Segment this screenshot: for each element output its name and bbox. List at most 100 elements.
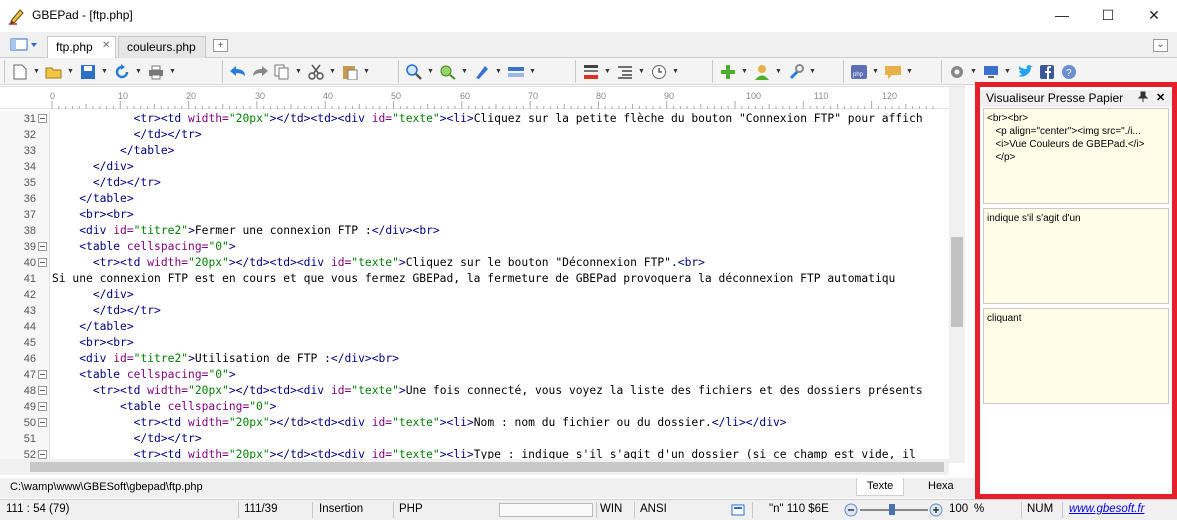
- maximize-button[interactable]: ☐: [1085, 0, 1131, 30]
- clipboard-item[interactable]: indique s'il s'agit d'un: [983, 208, 1169, 304]
- line-number: 32: [23, 129, 36, 141]
- code-line[interactable]: 34 </div>: [0, 159, 948, 175]
- open-folder-icon[interactable]: [45, 63, 63, 81]
- code-line[interactable]: 37 <br><br>: [0, 207, 948, 223]
- gear-icon[interactable]: [948, 63, 966, 81]
- code-line[interactable]: 42 </div>: [0, 287, 948, 303]
- search-icon[interactable]: [405, 63, 423, 81]
- code-line[interactable]: 39 <table cellspacing="0">: [0, 239, 948, 255]
- save-icon[interactable]: [79, 63, 97, 81]
- code-line[interactable]: 44 </table>: [0, 319, 948, 335]
- clock-icon[interactable]: [650, 63, 668, 81]
- code-line[interactable]: 35 </td></tr>: [0, 175, 948, 191]
- fold-toggle-icon[interactable]: [38, 402, 47, 411]
- twitter-icon[interactable]: [1016, 63, 1034, 81]
- code-line[interactable]: 49 <table cellspacing="0">: [0, 399, 948, 415]
- clipboard-item[interactable]: <br><br> <p align="center"><img src="./i…: [983, 108, 1169, 204]
- code-line[interactable]: 46 <div id="titre2">Utilisation de FTP :…: [0, 351, 948, 367]
- goto-line-icon[interactable]: [507, 63, 525, 81]
- eol-format[interactable]: WIN: [600, 503, 622, 515]
- code-line[interactable]: 36 </table>: [0, 191, 948, 207]
- new-file-icon[interactable]: [11, 63, 29, 81]
- language-mode[interactable]: PHP: [399, 503, 423, 515]
- encoding[interactable]: ANSI: [640, 503, 667, 515]
- highlight-icon[interactable]: [473, 63, 491, 81]
- code-token: <table: [79, 240, 127, 253]
- close-panel-icon[interactable]: ✕: [1156, 91, 1165, 104]
- paste-icon[interactable]: [341, 63, 359, 81]
- fold-toggle-icon[interactable]: [38, 450, 47, 459]
- print-icon[interactable]: [147, 63, 165, 81]
- code-line[interactable]: 32 </td></tr>: [0, 127, 948, 143]
- hexa-mode-tab[interactable]: Hexa: [918, 478, 964, 496]
- insert-mode[interactable]: Insertion: [319, 503, 363, 515]
- code-text: </td></tr>: [52, 127, 202, 143]
- undo-icon[interactable]: [229, 63, 247, 81]
- code-line[interactable]: 45 <br><br>: [0, 335, 948, 351]
- code-token: </div><br>: [330, 352, 399, 365]
- wrench-icon[interactable]: [787, 63, 805, 81]
- text-color-icon[interactable]: [582, 63, 600, 81]
- horizontal-scroll-thumb[interactable]: [30, 462, 944, 472]
- clipboard-item[interactable]: cliquant: [983, 308, 1169, 404]
- code-line[interactable]: 48 <tr><td width="20px"></td><td><div id…: [0, 383, 948, 399]
- monitor-icon[interactable]: [982, 63, 1000, 81]
- refresh-icon[interactable]: [113, 63, 131, 81]
- zoom-out-icon[interactable]: [844, 503, 858, 520]
- ruler-mark: 100: [746, 91, 762, 101]
- add-plugin-icon[interactable]: [719, 63, 737, 81]
- tab-list-icon[interactable]: [10, 38, 38, 52]
- ruler-mark: 60: [460, 91, 471, 101]
- horizontal-scrollbar[interactable]: [0, 459, 949, 475]
- ruler-mark: 0: [50, 91, 56, 101]
- tab-menu-button[interactable]: ⌄: [1153, 39, 1168, 52]
- comment-icon[interactable]: [884, 63, 902, 81]
- fold-toggle-icon[interactable]: [38, 242, 47, 251]
- code-line[interactable]: 41 Si une connexion FTP est en cours et q…: [0, 271, 948, 287]
- close-window-button[interactable]: ✕: [1131, 0, 1177, 30]
- code-line[interactable]: 31 <tr><td width="20px"></td><td><div id…: [0, 111, 948, 127]
- code-line[interactable]: 51 </td></tr>: [0, 431, 948, 447]
- code-text: <tr><td width="20px"></td><td><div id="t…: [52, 415, 787, 431]
- cursor-position: 111 : 54 (79): [6, 503, 70, 515]
- code-editor[interactable]: 0 10 20 30 40 50 60 70 80 90 100 110 120…: [0, 86, 965, 478]
- texte-mode-tab[interactable]: Texte: [856, 478, 905, 496]
- tab-ftp-php[interactable]: ftp.php ✕: [47, 36, 116, 58]
- new-tab-button[interactable]: +: [213, 39, 228, 52]
- line-number: 49: [23, 401, 36, 413]
- fold-toggle-icon[interactable]: [38, 258, 47, 267]
- zoom-in-icon[interactable]: [929, 503, 943, 520]
- vertical-scrollbar[interactable]: [949, 87, 965, 463]
- code-token: cellspacing=: [167, 400, 250, 413]
- fold-toggle-icon[interactable]: [38, 114, 47, 123]
- fold-toggle-icon[interactable]: [38, 370, 47, 379]
- indent-icon[interactable]: [616, 63, 634, 81]
- close-tab-icon[interactable]: ✕: [102, 40, 110, 51]
- code-line[interactable]: 40 <tr><td width="20px"></td><td><div id…: [0, 255, 948, 271]
- php-icon[interactable]: php: [850, 63, 868, 81]
- find-replace-icon[interactable]: [439, 63, 457, 81]
- code-token: width=: [188, 416, 229, 429]
- code-line[interactable]: 43 </td></tr>: [0, 303, 948, 319]
- code-line[interactable]: 50 <tr><td width="20px"></td><td><div id…: [0, 415, 948, 431]
- tab-couleurs-php[interactable]: couleurs.php: [118, 36, 206, 58]
- code-text: </div>: [52, 287, 134, 303]
- minimize-button[interactable]: —: [1039, 0, 1085, 30]
- zoom-slider-thumb[interactable]: [889, 504, 895, 515]
- pin-icon[interactable]: [1137, 91, 1149, 105]
- code-line[interactable]: 33 </table>: [0, 143, 948, 159]
- copy-icon[interactable]: [273, 63, 291, 81]
- fold-toggle-icon[interactable]: [38, 418, 47, 427]
- code-line[interactable]: 47 <table cellspacing="0">: [0, 367, 948, 383]
- redo-icon[interactable]: [251, 63, 269, 81]
- help-icon[interactable]: ?: [1060, 63, 1078, 81]
- code-line[interactable]: 38 <div id="titre2">Fermer une connexion…: [0, 223, 948, 239]
- website-link[interactable]: www.gbesoft.fr: [1069, 503, 1144, 515]
- code-toolbar-group: php ▼ ▼: [843, 60, 914, 83]
- fold-toggle-icon[interactable]: [38, 386, 47, 395]
- user-icon[interactable]: [753, 63, 771, 81]
- facebook-icon[interactable]: [1038, 63, 1056, 81]
- code-text: </div>: [52, 159, 134, 175]
- cut-icon[interactable]: [307, 63, 325, 81]
- vertical-scroll-thumb[interactable]: [951, 237, 963, 327]
